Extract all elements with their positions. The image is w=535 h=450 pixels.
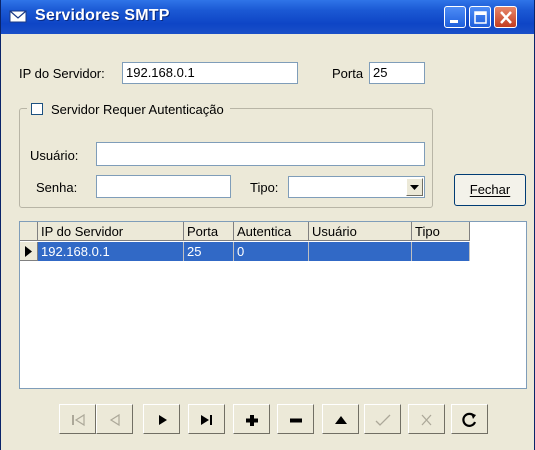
- column-header-type[interactable]: Tipo: [412, 222, 470, 241]
- user-field[interactable]: [96, 142, 425, 166]
- table-row-user-cell[interactable]: [309, 242, 412, 261]
- last-record-button[interactable]: [188, 404, 225, 434]
- up-triangle-icon: [335, 416, 347, 424]
- minimize-icon: [450, 20, 458, 23]
- table-row-ip-cell[interactable]: 192.168.0.1: [38, 242, 184, 261]
- refresh-record-button[interactable]: [451, 404, 488, 434]
- table-row-type-cell[interactable]: [412, 242, 470, 261]
- column-header-port[interactable]: Porta: [184, 222, 234, 241]
- grid-corner: [20, 222, 38, 241]
- type-dropdown-button[interactable]: [406, 178, 423, 196]
- window-title: Servidores SMTP: [35, 7, 170, 24]
- ip-field[interactable]: 192.168.0.1: [122, 62, 298, 84]
- refresh-icon: [462, 412, 477, 427]
- close-window-button[interactable]: [494, 6, 517, 28]
- password-label: Senha:: [36, 180, 78, 195]
- first-icon: [72, 413, 85, 427]
- post-record-button[interactable]: [364, 404, 401, 434]
- close-button[interactable]: Fechar: [454, 174, 526, 206]
- column-header-user[interactable]: Usuário: [309, 222, 412, 241]
- close-icon: [500, 11, 512, 24]
- row-indicator: [20, 242, 38, 261]
- servers-grid[interactable]: IP do Servidor Porta Autentica Usuário T…: [19, 221, 527, 389]
- type-select[interactable]: [288, 176, 425, 198]
- plus-icon: [246, 415, 258, 426]
- prior-icon: [109, 413, 120, 427]
- next-icon: [159, 415, 167, 425]
- insert-record-button[interactable]: [233, 404, 270, 434]
- title-bar[interactable]: Servidores SMTP: [1, 0, 534, 34]
- mail-icon: [9, 10, 27, 23]
- table-row-port-cell[interactable]: 25: [184, 242, 234, 261]
- minimize-button[interactable]: [444, 6, 466, 28]
- smtp-servers-window: Servidores SMTP IP do Servidor: 192.168.…: [0, 0, 535, 450]
- minus-icon: [290, 418, 302, 423]
- table-row-auth-cell[interactable]: 0: [234, 242, 309, 261]
- close-button-label: Fechar: [469, 182, 511, 197]
- column-header-ip[interactable]: IP do Servidor: [38, 222, 184, 241]
- password-field[interactable]: [96, 175, 231, 198]
- first-record-button[interactable]: [59, 404, 96, 434]
- maximize-icon: [474, 11, 487, 24]
- column-header-auth[interactable]: Autentica: [234, 222, 309, 241]
- port-field[interactable]: 25: [369, 62, 425, 84]
- ip-label: IP do Servidor:: [19, 66, 105, 81]
- edit-record-button[interactable]: [322, 404, 359, 434]
- row-pointer-icon: [25, 246, 32, 257]
- port-label: Porta: [332, 66, 364, 81]
- user-label: Usuário:: [30, 148, 79, 163]
- delete-record-button[interactable]: [277, 404, 314, 434]
- cancel-record-button[interactable]: [408, 404, 445, 434]
- last-icon: [201, 415, 212, 425]
- check-icon: [375, 414, 391, 426]
- x-icon: [421, 414, 432, 426]
- auth-checkbox[interactable]: [31, 103, 43, 115]
- chevron-down-icon: [410, 185, 419, 190]
- auth-checkbox-label: Servidor Requer Autenticação: [51, 101, 224, 117]
- prior-record-button[interactable]: [96, 404, 133, 434]
- next-record-button[interactable]: [143, 404, 180, 434]
- auth-checkbox-row[interactable]: Servidor Requer Autenticação: [27, 100, 230, 118]
- maximize-button[interactable]: [469, 6, 491, 28]
- type-label: Tipo:: [250, 180, 279, 195]
